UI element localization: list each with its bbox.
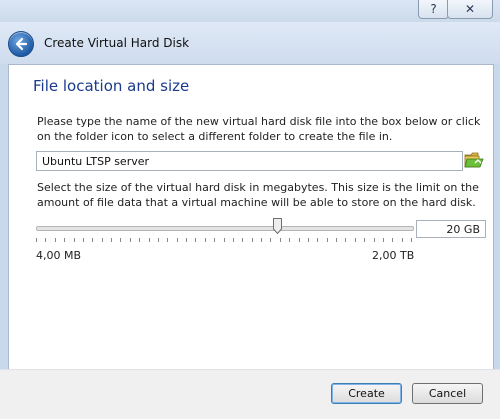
slider-tick <box>205 238 206 242</box>
slider-tick <box>289 238 290 242</box>
slider-tick <box>177 238 178 242</box>
slider-tick <box>242 238 243 242</box>
slider-tick <box>167 238 168 242</box>
slider-tick <box>195 238 196 242</box>
slider-tick <box>83 238 84 242</box>
slider-tick <box>345 238 346 242</box>
slider-tick <box>214 238 215 242</box>
slider-ticks <box>36 238 412 244</box>
slider-tick <box>64 238 65 242</box>
slider-tick <box>74 238 75 242</box>
slider-tick <box>392 238 393 242</box>
create-button[interactable]: Create <box>331 383 402 404</box>
slider-tick <box>233 238 234 242</box>
slider-tick <box>139 238 140 242</box>
slider-tick <box>317 238 318 242</box>
slider-tick <box>327 238 328 242</box>
slider-tick <box>336 238 337 242</box>
back-arrow-icon <box>15 37 28 51</box>
slider-tick <box>92 238 93 242</box>
slider-tick <box>186 238 187 242</box>
file-name-input[interactable] <box>36 151 463 171</box>
slider-tick <box>102 238 103 242</box>
slider-tick <box>120 238 121 242</box>
dialog-title: Create Virtual Hard Disk <box>44 36 190 50</box>
slider-tick <box>45 238 46 242</box>
wizard-page: File location and size Please type the n… <box>8 64 494 370</box>
slider-tick <box>355 238 356 242</box>
slider-tick <box>374 238 375 242</box>
slider-tick <box>383 238 384 242</box>
slider-tick <box>130 238 131 242</box>
slider-tick <box>55 238 56 242</box>
slider-tick <box>36 238 37 242</box>
size-slider[interactable] <box>36 218 414 248</box>
location-description: Please type the name of the new virtual … <box>37 115 481 143</box>
slider-track <box>36 226 414 231</box>
slider-thumb[interactable] <box>273 218 282 234</box>
choose-folder-button[interactable] <box>464 151 484 169</box>
slider-tick <box>411 238 412 242</box>
slider-tick <box>308 238 309 242</box>
help-icon: ? <box>430 2 437 16</box>
back-button[interactable] <box>8 31 34 57</box>
size-description: Select the size of the virtual hard disk… <box>37 181 479 209</box>
cancel-button[interactable]: Cancel <box>412 383 483 404</box>
dialog-titlebar: Create Virtual Hard Disk <box>0 22 500 64</box>
close-icon: ✕ <box>464 2 476 16</box>
size-field[interactable]: 20 GB <box>416 220 486 238</box>
slider-tick <box>364 238 365 242</box>
page-heading: File location and size <box>33 77 190 95</box>
slider-tick <box>402 238 403 242</box>
slider-tick <box>149 238 150 242</box>
slider-min-label: 4,00 MB <box>36 249 82 262</box>
slider-tick <box>252 238 253 242</box>
close-button[interactable]: ✕ <box>447 0 493 19</box>
slider-max-label: 2,00 TB <box>372 249 415 262</box>
slider-tick <box>280 238 281 242</box>
slider-tick <box>299 238 300 242</box>
slider-tick <box>261 238 262 242</box>
slider-tick <box>224 238 225 242</box>
slider-tick <box>270 238 271 242</box>
slider-tick <box>111 238 112 242</box>
folder-open-icon <box>464 152 484 168</box>
help-button[interactable]: ? <box>418 0 449 19</box>
dialog-footer: Create Cancel <box>0 369 500 419</box>
slider-tick <box>158 238 159 242</box>
